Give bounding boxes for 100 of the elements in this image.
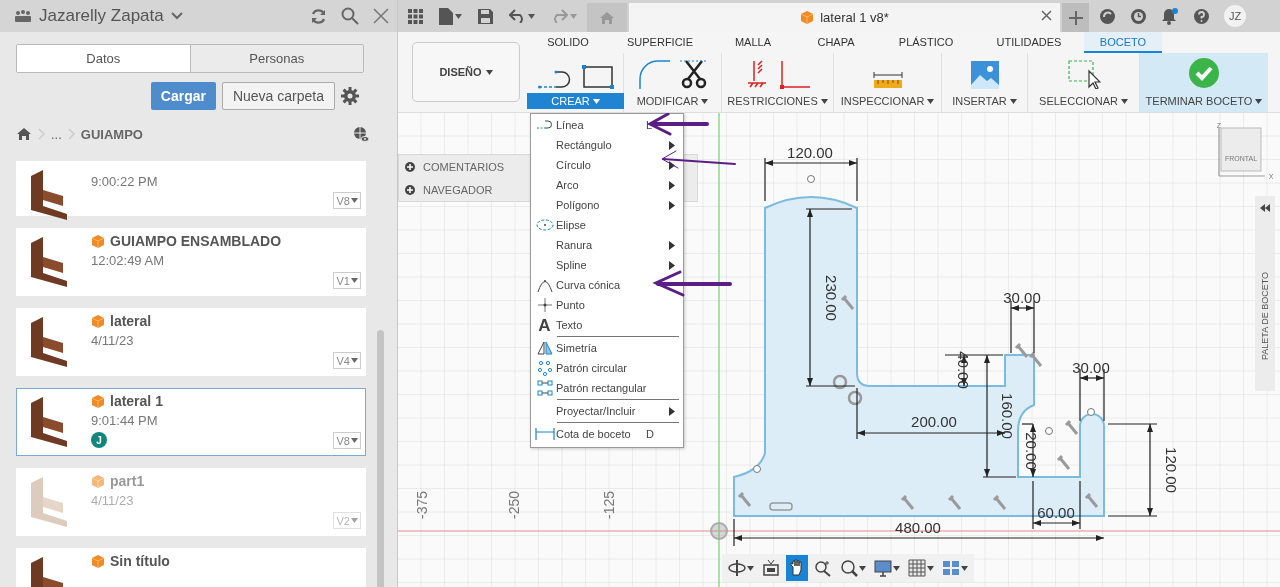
menu-item[interactable]: Spline xyxy=(533,255,681,275)
menu-item[interactable]: Rectángulo xyxy=(533,135,681,155)
ribbon-tab[interactable]: PLÁSTICO xyxy=(878,32,974,53)
constraint-icon[interactable] xyxy=(737,491,752,508)
plus-circle-icon[interactable] xyxy=(405,184,415,195)
version-dropdown[interactable]: V4 xyxy=(332,352,361,369)
menu-item[interactable]: Curva cónica xyxy=(533,275,681,295)
dimension-value[interactable]: 40.00 xyxy=(955,351,972,389)
menu-item[interactable]: Patrón rectangular xyxy=(533,378,681,398)
chevron-down-icon[interactable] xyxy=(170,12,183,20)
refresh-icon[interactable] xyxy=(310,7,327,25)
settings-icon[interactable] xyxy=(341,87,359,105)
panel-tab[interactable]: Personas xyxy=(189,45,363,72)
constraint-icon[interactable] xyxy=(1014,342,1029,359)
dimension-value[interactable]: 20.00 xyxy=(1023,432,1040,470)
sketch-point[interactable] xyxy=(1087,408,1095,416)
account-name[interactable]: Jazarelly Zapata xyxy=(39,6,164,26)
menu-item[interactable]: Línea L xyxy=(533,115,681,135)
dimension-line[interactable] xyxy=(1021,423,1036,478)
breadcrumb-link[interactable]: ... xyxy=(51,126,62,142)
ribbon-tab[interactable]: SOLIDO xyxy=(528,32,608,53)
navigation-tool-button[interactable] xyxy=(786,555,808,581)
tangent-constraint-icon[interactable] xyxy=(832,374,848,390)
collapse-icon[interactable] xyxy=(1260,204,1270,212)
constraint-icon[interactable] xyxy=(1028,351,1043,368)
browser-section-label[interactable]: NAVEGADOR xyxy=(423,183,493,196)
group-menu-button[interactable]: MODIFICAR xyxy=(632,93,713,109)
tangent-constraint-icon[interactable] xyxy=(847,390,863,406)
dimension-value[interactable]: 120.00 xyxy=(787,144,833,161)
menu-item[interactable]: Cota de boceto D xyxy=(533,424,681,444)
check-circle-icon[interactable] xyxy=(1188,57,1220,89)
sketch-point[interactable] xyxy=(1045,427,1053,435)
group-menu-button[interactable]: TERMINAR BOCETO xyxy=(1141,93,1267,109)
constraint-icon[interactable] xyxy=(1084,492,1099,509)
scrollbar[interactable] xyxy=(377,330,384,587)
ribbon-tab[interactable]: BOCETO xyxy=(1084,32,1162,53)
app-grid-icon[interactable] xyxy=(408,8,423,24)
dimension-line[interactable] xyxy=(982,354,1017,478)
menu-item[interactable]: Polígono xyxy=(533,195,681,215)
perpendicular-icon[interactable] xyxy=(777,59,810,89)
ribbon-tab[interactable]: CHAPA xyxy=(794,32,878,53)
menu-item[interactable]: Patrón circular xyxy=(533,358,681,378)
menu-item[interactable]: Proyectar/Incluir xyxy=(533,401,681,421)
dimension-value[interactable]: 120.00 xyxy=(1163,447,1180,493)
menu-item[interactable]: Punto xyxy=(533,295,681,315)
file-card[interactable]: lateral 4/11/23 V4 xyxy=(16,308,366,376)
constraint-icon[interactable] xyxy=(1056,454,1071,471)
scissors-icon[interactable] xyxy=(679,59,708,89)
constraint-icon[interactable] xyxy=(992,494,1007,511)
group-menu-button[interactable]: CREAR xyxy=(527,93,624,109)
new-folder-button[interactable]: Nueva carpeta xyxy=(221,82,335,110)
fixed-constraint-icon[interactable] xyxy=(769,502,793,511)
sketch-point[interactable] xyxy=(807,175,815,183)
group-menu-button[interactable]: INSPECCIONAR xyxy=(836,93,939,109)
measure-icon[interactable] xyxy=(872,71,903,89)
file-card[interactable]: Sin título xyxy=(16,548,366,587)
group-menu-button[interactable]: SELECCIONAR xyxy=(1035,93,1132,109)
browser-section-label[interactable]: COMENTARIOS xyxy=(423,160,505,173)
constraint-icon[interactable] xyxy=(840,294,855,311)
dimension-value[interactable]: 480.00 xyxy=(895,519,941,536)
file-card[interactable]: GUIAMPO ENSAMBLADO 12:02:49 AM V1 xyxy=(16,228,366,296)
home-icon[interactable] xyxy=(16,127,32,141)
fillet-tool-icon[interactable] xyxy=(637,59,670,89)
group-menu-button[interactable]: INSERTAR xyxy=(948,93,1021,109)
dimension-line[interactable] xyxy=(1032,480,1081,530)
ribbon-tab[interactable]: SUPERFICIE xyxy=(608,32,712,53)
undo-icon[interactable] xyxy=(509,9,526,23)
plus-circle-icon[interactable] xyxy=(405,161,415,172)
upload-button[interactable]: Cargar xyxy=(150,82,216,110)
workspace-dropdown[interactable]: DISEÑO xyxy=(412,42,520,102)
version-dropdown[interactable]: V8 xyxy=(332,432,361,449)
version-dropdown[interactable]: V8 xyxy=(332,192,361,209)
dimension-value[interactable]: 200.00 xyxy=(911,413,957,430)
selection-icon[interactable] xyxy=(1066,59,1101,89)
close-icon[interactable] xyxy=(373,8,389,24)
rectangle-tool-icon[interactable] xyxy=(581,65,614,89)
dimension-value[interactable]: 160.00 xyxy=(999,393,1016,439)
search-icon[interactable] xyxy=(341,7,359,25)
dimension-value[interactable]: 230.00 xyxy=(823,275,840,321)
menu-item[interactable]: Simetría xyxy=(533,338,681,358)
constraint-icon[interactable] xyxy=(947,494,962,511)
sketch-point[interactable] xyxy=(753,465,761,473)
ribbon-tab[interactable]: MALLA xyxy=(712,32,794,53)
help-icon[interactable] xyxy=(1193,7,1210,25)
menu-item[interactable]: A Texto xyxy=(533,315,681,335)
dimension-value[interactable]: 30.00 xyxy=(1003,289,1041,306)
palette-label[interactable]: PALETA DE BOCETO xyxy=(1260,272,1270,361)
panel-tab[interactable]: Datos xyxy=(17,45,190,72)
file-icon[interactable] xyxy=(439,7,453,25)
dimension-value[interactable]: 30.00 xyxy=(1072,359,1110,376)
fix-constraint-icon[interactable] xyxy=(745,59,768,89)
menu-item[interactable]: Ranura xyxy=(533,235,681,255)
menu-item[interactable]: Arco xyxy=(533,175,681,195)
constraint-icon[interactable] xyxy=(1064,419,1079,436)
dimension-value[interactable]: 60.00 xyxy=(1037,504,1075,521)
document-tab[interactable]: lateral 1 v8* xyxy=(629,3,1060,32)
user-avatar[interactable]: JZ xyxy=(1224,5,1246,27)
clock-icon[interactable] xyxy=(1130,7,1147,25)
image-icon[interactable] xyxy=(970,61,999,89)
close-icon[interactable] xyxy=(1041,10,1052,21)
